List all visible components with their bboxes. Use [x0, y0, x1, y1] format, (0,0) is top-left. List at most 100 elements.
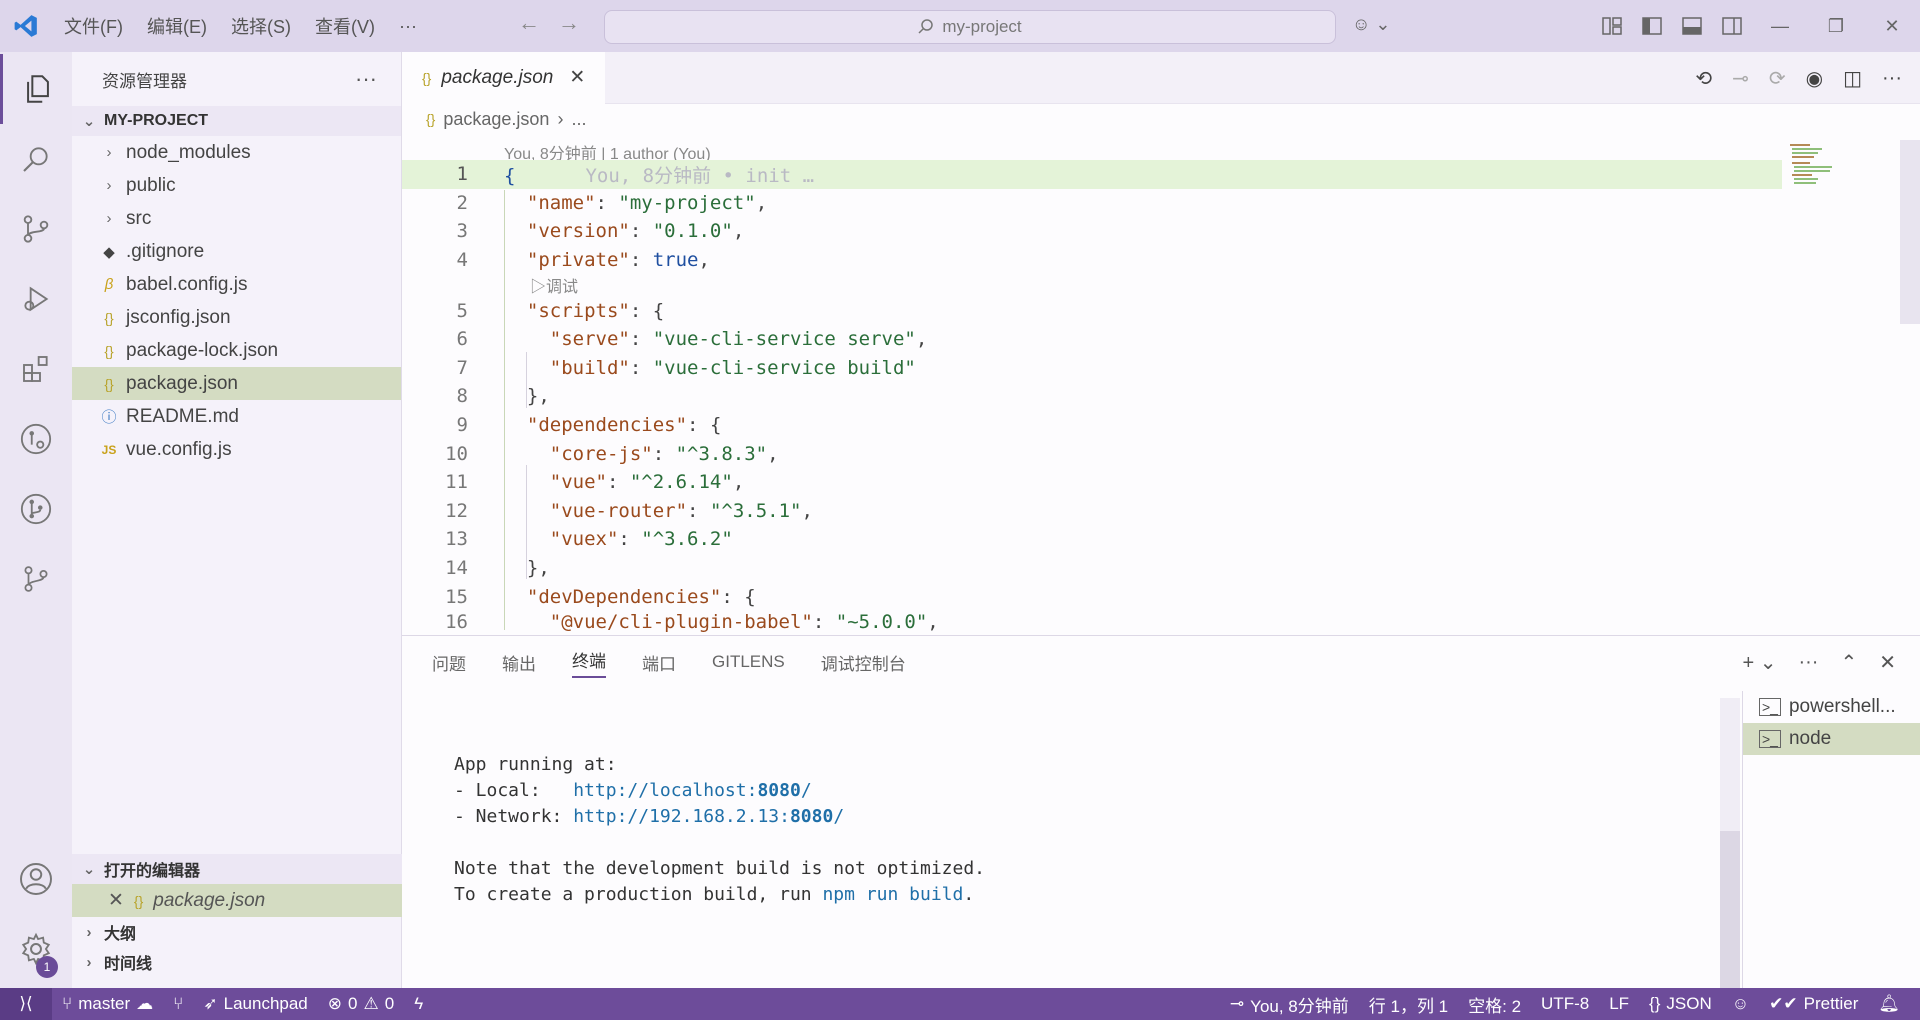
notifications-status[interactable]: 🔔︎ [1868, 988, 1910, 1020]
breadcrumb-file[interactable]: package.json [443, 109, 549, 130]
folder-src[interactable]: › src [72, 202, 401, 235]
manage-gear-icon[interactable]: 1 [0, 914, 72, 984]
split-editor-icon[interactable]: ◫ [1843, 66, 1862, 91]
chevron-right-icon: › [106, 177, 112, 194]
file-package-json[interactable]: {} package.json [72, 367, 401, 400]
open-editors-header[interactable]: ⌄ 打开的编辑器 [72, 854, 402, 884]
tab-debug-console[interactable]: 调试控制台 [821, 636, 924, 688]
git-graph-icon[interactable] [0, 544, 72, 614]
sync-cloud-icon: ☁ [136, 994, 154, 1013]
file-gitignore[interactable]: ◆ .gitignore [72, 235, 401, 268]
outline-header[interactable]: › 大纲 [72, 917, 402, 947]
open-editor-item[interactable]: ✕ {} package.json [72, 884, 402, 917]
project-name: MY-PROJECT [104, 112, 209, 129]
forward-arrow-icon[interactable]: → [558, 10, 580, 36]
copilot-status[interactable]: ☺ [1722, 988, 1759, 1020]
local-url-link[interactable]: http://localhost:8080/ [573, 780, 811, 801]
prettier-status[interactable]: ✔✔ Prettier [1759, 988, 1868, 1020]
toggle-sidebar-icon[interactable] [1632, 0, 1672, 52]
file-readme[interactable]: ⓘ README.md [72, 400, 401, 433]
folder-public[interactable]: › public [72, 169, 401, 202]
terminal-entry-node[interactable]: >_ node [1743, 723, 1920, 755]
maximize-panel-icon[interactable]: ⌃ [1840, 650, 1857, 675]
code-line: 10 "core-js": "^3.8.3", [445, 442, 779, 465]
code-line: 15 "devDependencies": { [445, 585, 756, 608]
editor-scrollbar[interactable] [1900, 140, 1920, 324]
gitlens-icon[interactable] [0, 474, 72, 544]
network-url-link[interactable]: http://192.168.2.13:8080/ [573, 806, 844, 827]
git-commit-icon[interactable]: ⊸ [1732, 66, 1749, 91]
toggle-secondary-sidebar-icon[interactable] [1712, 0, 1752, 52]
close-window-icon[interactable]: ✕ [1864, 0, 1920, 52]
toggle-panel-icon[interactable] [1672, 0, 1712, 52]
menu-more[interactable]: ··· [387, 16, 429, 37]
menu-file[interactable]: 文件(F) [52, 13, 135, 39]
menu-edit[interactable]: 编辑(E) [135, 13, 219, 39]
debug-codelens[interactable]: ▷调试 [402, 274, 1782, 296]
menu-view[interactable]: 查看(V) [303, 13, 387, 39]
code-line: 13 "vuex": "^3.6.2" [445, 528, 733, 551]
file-vue-config[interactable]: JS vue.config.js [72, 433, 401, 466]
problems-status[interactable]: ⊗ 0 ⚠ 0 [318, 988, 404, 1020]
gitlens-icon[interactable]: ◉ [1806, 66, 1823, 91]
restore-icon[interactable]: ❐ [1808, 0, 1864, 52]
cursor-position[interactable]: 行 1，列 1 [1359, 988, 1458, 1020]
explorer-icon[interactable] [0, 54, 72, 124]
code-line: 9 "dependencies": { [456, 414, 722, 437]
remote-icon[interactable]: ⟩⟨ [0, 988, 52, 1020]
git-next-icon[interactable]: ⟳ [1769, 66, 1786, 91]
file-jsconfig[interactable]: {} jsconfig.json [72, 301, 401, 334]
more-actions-icon[interactable]: ··· [355, 66, 377, 92]
notification-badge: 1 [36, 956, 58, 978]
file-babel-config[interactable]: β babel.config.js [72, 268, 401, 301]
editor-tab-package-json[interactable]: {} package.json ✕ [402, 51, 606, 104]
timeline-header[interactable]: › 时间线 [72, 947, 402, 977]
indentation-status[interactable]: 空格: 2 [1458, 988, 1531, 1020]
project-section-header[interactable]: ⌄ MY-PROJECT [72, 106, 401, 136]
launchpad-status[interactable]: ➶ Launchpad [193, 988, 317, 1020]
git-graph-status[interactable]: ⑂ [163, 988, 193, 1020]
command-center-search[interactable]: my-project [604, 10, 1336, 44]
language-mode[interactable]: {} JSON [1639, 988, 1722, 1020]
branch-status[interactable]: ⑂ master ☁ [52, 988, 163, 1020]
code-line: 5 "scripts": { [456, 299, 665, 322]
more-actions-icon[interactable]: ··· [1882, 67, 1902, 90]
encoding-status[interactable]: UTF-8 [1531, 988, 1599, 1020]
folder-node-modules[interactable]: › node_modules [72, 136, 401, 169]
tab-output[interactable]: 输出 [502, 636, 554, 688]
blame-status[interactable]: ⊸ You, 8分钟前 [1220, 988, 1359, 1020]
run-debug-icon[interactable] [0, 264, 72, 334]
close-icon[interactable]: ✕ [108, 889, 124, 912]
code-editor[interactable]: 1 {You, 8分钟前 • init … 2 "name": "my-proj… [402, 160, 1782, 633]
new-terminal-icon[interactable]: + ⌄ [1742, 650, 1776, 675]
back-arrow-icon[interactable]: ← [518, 10, 540, 36]
more-actions-icon[interactable]: ··· [1798, 651, 1818, 674]
menu-selection[interactable]: 选择(S) [219, 13, 303, 39]
git-previous-icon[interactable]: ⟲ [1695, 66, 1712, 91]
minimize-icon[interactable]: — [1752, 0, 1808, 52]
minimap[interactable] [1782, 140, 1902, 200]
terminal-output[interactable]: App running at: - Local: http://localhos… [454, 754, 985, 910]
breadcrumb-more[interactable]: ... [571, 109, 586, 130]
file-package-lock[interactable]: {} package-lock.json [72, 334, 401, 367]
tab-problems[interactable]: 问题 [432, 636, 484, 688]
git-icon: ◆ [103, 243, 115, 261]
terminal-scrollbar-thumb[interactable] [1720, 831, 1740, 989]
search-label: my-project [942, 17, 1022, 36]
customize-layout-icon[interactable] [1592, 0, 1632, 52]
lightning-status[interactable]: ϟ [404, 988, 433, 1020]
eol-status[interactable]: LF [1599, 988, 1639, 1020]
extensions-icon[interactable] [0, 334, 72, 404]
tab-gitlens[interactable]: GITLENS [712, 636, 803, 688]
terminal-entry-powershell[interactable]: >_ powershell... [1743, 691, 1920, 723]
inline-blame: You, 8分钟前 • init … [585, 164, 815, 187]
tab-terminal[interactable]: 终端 [572, 636, 624, 688]
tab-ports[interactable]: 端口 [642, 636, 694, 688]
search-icon[interactable] [0, 124, 72, 194]
close-panel-icon[interactable]: ✕ [1879, 650, 1896, 675]
copilot-icon[interactable]: ☺ ⌄ [1352, 14, 1390, 35]
account-icon[interactable] [0, 844, 72, 914]
gitlens-inspect-icon[interactable] [0, 404, 72, 474]
source-control-icon[interactable] [0, 194, 72, 264]
close-icon[interactable]: ✕ [569, 66, 585, 89]
